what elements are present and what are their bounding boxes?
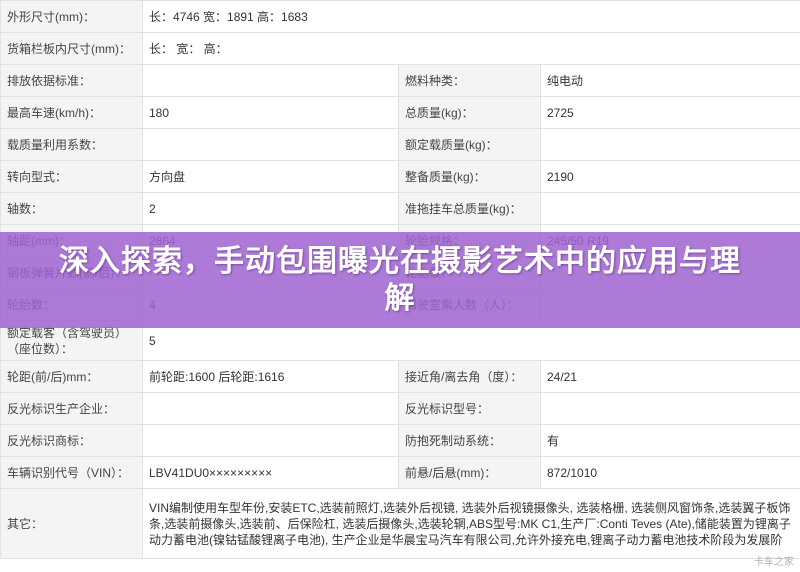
spec-label: 反光标识生产企业：: [0, 392, 143, 425]
spec-row: 最高车速(km/h)： 180 总质量(kg)： 2725: [0, 96, 800, 129]
spec-value: [539, 192, 800, 225]
spec-value: 有: [539, 424, 800, 457]
spec-value: 前轮距:1600 后轮距:1616: [142, 360, 399, 393]
spec-label: 转向型式：: [0, 160, 143, 193]
spec-value: [142, 128, 399, 161]
spec-row: 反光标识生产企业： 反光标识型号：: [0, 392, 800, 425]
spec-row: 货箱栏板内尺寸(mm)： 长： 宽： 高：: [0, 32, 800, 65]
spec-value: LBV41DU0×××××××××: [142, 456, 399, 489]
spec-value: VIN编制使用车型年份,安装ETC,选装前照灯,选装外后视镜, 选装外后视镜摄像…: [141, 488, 800, 559]
spec-label: 燃料种类：: [398, 64, 541, 97]
spec-label: 前悬/后悬(mm)：: [398, 456, 541, 489]
spec-value: 180: [142, 96, 399, 129]
spec-label: 整备质量(kg)：: [398, 160, 541, 193]
spec-row: 轴数： 2 准拖挂车总质量(kg)：: [0, 192, 800, 225]
spec-label: 额定载质量(kg)：: [398, 128, 541, 161]
spec-label: 总质量(kg)：: [398, 96, 541, 129]
spec-value: [539, 128, 800, 161]
spec-label: 接近角/离去角（度）：: [398, 360, 541, 393]
banner-title: 深入探索，手动包围曝光在摄影艺术中的应用与理解: [59, 244, 741, 316]
spec-label: 车辆识别代号（VIN）：: [0, 456, 143, 489]
spec-value: 2190: [539, 160, 800, 193]
spec-row: 载质量利用系数： 额定载质量(kg)：: [0, 128, 800, 161]
watermark: 卡车之家: [754, 557, 794, 568]
spec-row: 轮距(前/后)mm： 前轮距:1600 后轮距:1616 接近角/离去角（度）： 24…: [0, 360, 800, 393]
spec-label: 货箱栏板内尺寸(mm)：: [0, 32, 143, 65]
spec-row: 排放依据标准： 燃料种类： 纯电动: [0, 64, 800, 97]
spec-value: 2: [142, 192, 399, 225]
spec-value: 长： 宽： 高：: [141, 32, 800, 65]
spec-label: 轴数：: [0, 192, 143, 225]
spec-value: [539, 392, 800, 425]
spec-value: [142, 424, 399, 457]
spec-row: 反光标识商标： 防抱死制动系统：有: [0, 424, 800, 457]
spec-label: 防抱死制动系统：: [398, 424, 541, 457]
spec-value: 2725: [539, 96, 800, 129]
spec-value: 872/1010: [539, 456, 800, 489]
spec-label: 其它：: [0, 488, 143, 559]
spec-label: 最高车速(km/h)：: [0, 96, 143, 129]
spec-row: 外形尺寸(mm)： 长：4746 宽：1891 高：1683: [0, 0, 800, 33]
spec-value: 纯电动: [539, 64, 800, 97]
spec-label: 排放依据标准：: [0, 64, 143, 97]
title-banner: 深入探索，手动包围曝光在摄影艺术中的应用与理解: [0, 232, 800, 328]
spec-row: 其它： VIN编制使用车型年份,安装ETC,选装前照灯,选装外后视镜, 选装外后视…: [0, 488, 800, 559]
spec-value: 长：4746 宽：1891 高：1683: [141, 0, 800, 33]
spec-row: 车辆识别代号（VIN）： LBV41DU0××××××××× 前悬/后悬(mm)： 8…: [0, 456, 800, 489]
spec-label: 准拖挂车总质量(kg)：: [398, 192, 541, 225]
spec-row: 转向型式： 方向盘 整备质量(kg)： 2190: [0, 160, 800, 193]
spec-value: [142, 392, 399, 425]
spec-label: 轮距(前/后)mm：: [0, 360, 143, 393]
spec-value: 24/21: [539, 360, 800, 393]
spec-label: 反光标识型号：: [398, 392, 541, 425]
spec-value: [142, 64, 399, 97]
spec-label: 反光标识商标：: [0, 424, 143, 457]
spec-label: 外形尺寸(mm)：: [0, 0, 143, 33]
spec-value: 方向盘: [142, 160, 399, 193]
spec-label: 载质量利用系数：: [0, 128, 143, 161]
